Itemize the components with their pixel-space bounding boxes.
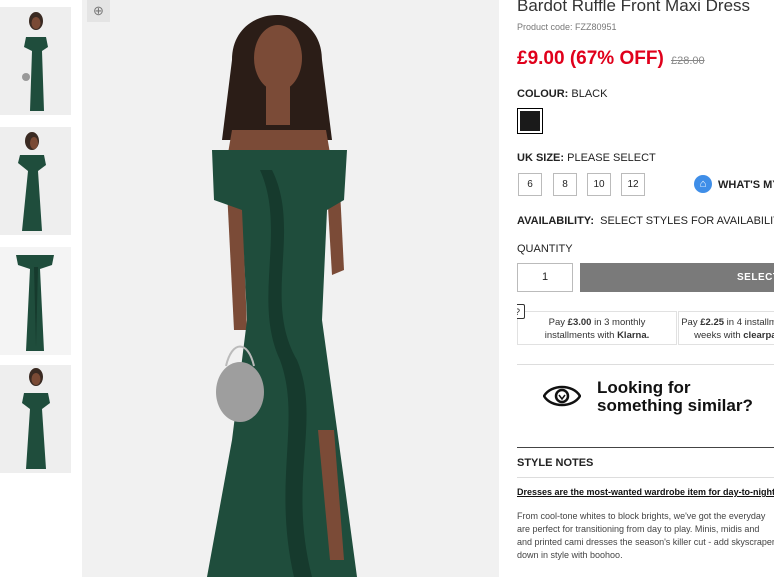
size-row: UK SIZE: PLEASE SELECT	[517, 152, 656, 164]
quantity-input[interactable]: 1	[517, 263, 573, 292]
similar-items-link[interactable]: Looking for something similar?	[597, 379, 753, 415]
gallery-thumbnail-2[interactable]	[0, 127, 71, 235]
zoom-icon[interactable]: ⊕	[87, 0, 110, 22]
availability-label: AVAILABILITY:	[517, 215, 594, 227]
colour-value: BLACK	[571, 88, 608, 100]
product-title: Bardot Ruffle Front Maxi Dress	[517, 0, 751, 15]
size-option-12[interactable]: 12	[621, 173, 645, 196]
divider	[517, 447, 774, 448]
size-label: UK SIZE:	[517, 152, 565, 164]
product-main-image[interactable]	[82, 0, 499, 577]
klarna-logo: Klarna.	[617, 330, 650, 341]
gallery-thumbnail-4[interactable]	[0, 365, 71, 473]
gallery-thumbnail-1[interactable]	[0, 7, 71, 115]
style-notes-body: From cool-tone whites to block brights, …	[517, 511, 774, 560]
size-option-6[interactable]: 6	[518, 173, 542, 196]
size-value: PLEASE SELECT	[567, 152, 656, 164]
klarna-box[interactable]: Pay £3.00 in 3 monthly installments with…	[517, 311, 677, 345]
style-notes-title: STYLE NOTES	[517, 457, 594, 469]
colour-swatch-black[interactable]	[517, 108, 543, 134]
size-option-10[interactable]: 10	[587, 173, 611, 196]
quantity-label: QUANTITY	[517, 243, 573, 255]
divider	[517, 477, 774, 478]
help-icon[interactable]: ?	[517, 304, 525, 319]
availability-value: SELECT STYLES FOR AVAILABILITY	[600, 215, 774, 227]
whats-my-size-link[interactable]: WHAT'S MY SIZE?	[718, 179, 774, 191]
gallery-thumbnail-3[interactable]	[0, 247, 71, 355]
eye-icon	[543, 385, 581, 407]
product-code: Product code: FZZ80951	[517, 22, 617, 32]
size-option-8[interactable]: 8	[553, 173, 577, 196]
clearpay-box[interactable]: Pay £2.25 in 4 installments weeks with c…	[678, 311, 774, 345]
original-price: £28.00	[671, 55, 705, 67]
divider	[517, 364, 774, 365]
availability-row: AVAILABILITY: SELECT STYLES FOR AVAILABI…	[517, 215, 774, 227]
style-notes-link[interactable]: Dresses are the most-wanted wardrobe ite…	[517, 487, 774, 497]
product-details: Bardot Ruffle Front Maxi Dress Product c…	[517, 0, 774, 577]
sale-price: £9.00 (67% OFF)	[517, 48, 664, 69]
hanger-icon[interactable]: ⌂	[694, 175, 712, 193]
select-size-button[interactable]: SELECT SIZE	[580, 263, 774, 312]
clearpay-logo: clearpay	[743, 330, 774, 341]
colour-label: COLOUR:	[517, 88, 569, 100]
colour-row: COLOUR: BLACK	[517, 88, 607, 100]
